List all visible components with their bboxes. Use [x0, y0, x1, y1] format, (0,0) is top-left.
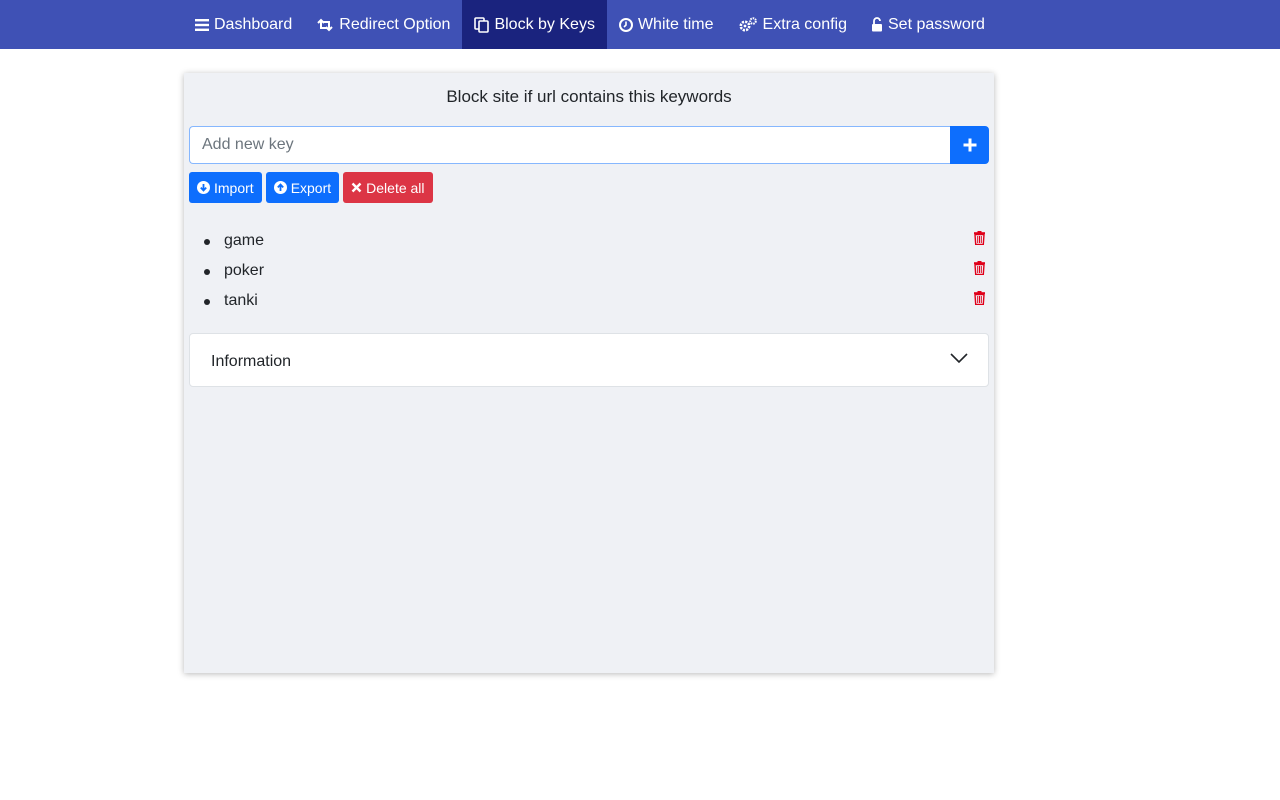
- export-label: Export: [291, 180, 331, 196]
- accordion-label: Information: [211, 353, 291, 371]
- bullet: [204, 299, 210, 305]
- nav-item-set-password[interactable]: Set password: [859, 0, 997, 49]
- nav-item-dashboard[interactable]: Dashboard: [183, 0, 304, 49]
- nav-item-redirect-option[interactable]: Redirect Option: [304, 0, 462, 49]
- nav-item-block-by-keys[interactable]: Block by Keys: [462, 0, 606, 49]
- keyword-text: tanki: [224, 292, 258, 310]
- retweet-icon: [316, 18, 334, 32]
- nav-item-label: White time: [638, 16, 714, 34]
- copy-icon: [474, 17, 489, 33]
- add-key-group: [189, 126, 989, 164]
- arrow-circle-up-icon: [274, 181, 287, 194]
- nav-item-label: Dashboard: [214, 16, 292, 34]
- import-button[interactable]: Import: [189, 172, 262, 203]
- bullet: [204, 269, 210, 275]
- add-key-button[interactable]: [950, 126, 989, 164]
- panel-title: Block site if url contains this keywords: [184, 87, 994, 107]
- list-item: tanki: [184, 287, 994, 317]
- list-item: game: [184, 227, 994, 257]
- plus-icon: [963, 138, 977, 152]
- bullet: [204, 239, 210, 245]
- keyword-text: poker: [224, 262, 264, 280]
- chevron-down-icon: [950, 352, 968, 364]
- nav-menu: Dashboard Redirect Option Block by Keys …: [183, 0, 997, 49]
- action-buttons: Import Export Delete all: [189, 172, 433, 203]
- nav-item-label: Extra config: [763, 16, 847, 34]
- import-label: Import: [214, 180, 254, 196]
- trash-icon[interactable]: [974, 291, 985, 305]
- keyword-text: game: [224, 232, 264, 250]
- delete-all-label: Delete all: [366, 180, 424, 196]
- nav-item-label: Set password: [888, 16, 985, 34]
- top-navbar: Dashboard Redirect Option Block by Keys …: [0, 0, 1280, 49]
- times-icon: [351, 182, 362, 193]
- export-button[interactable]: Export: [266, 172, 339, 203]
- clock-icon: [619, 18, 633, 32]
- trash-icon[interactable]: [974, 261, 985, 275]
- arrow-circle-down-icon: [197, 181, 210, 194]
- unlock-icon: [871, 17, 883, 32]
- nav-item-label: Block by Keys: [494, 16, 594, 34]
- add-key-input[interactable]: [189, 126, 950, 164]
- gears-icon: [738, 17, 758, 33]
- nav-item-white-time[interactable]: White time: [607, 0, 726, 49]
- information-accordion[interactable]: Information: [189, 333, 989, 387]
- keyword-list: game poker tanki: [184, 227, 994, 317]
- block-keys-panel: Block site if url contains this keywords…: [184, 73, 994, 673]
- nav-item-extra-config[interactable]: Extra config: [726, 0, 859, 49]
- list-item: poker: [184, 257, 994, 287]
- bars-icon: [195, 18, 209, 32]
- nav-item-label: Redirect Option: [339, 16, 450, 34]
- trash-icon[interactable]: [974, 231, 985, 245]
- delete-all-button[interactable]: Delete all: [343, 172, 432, 203]
